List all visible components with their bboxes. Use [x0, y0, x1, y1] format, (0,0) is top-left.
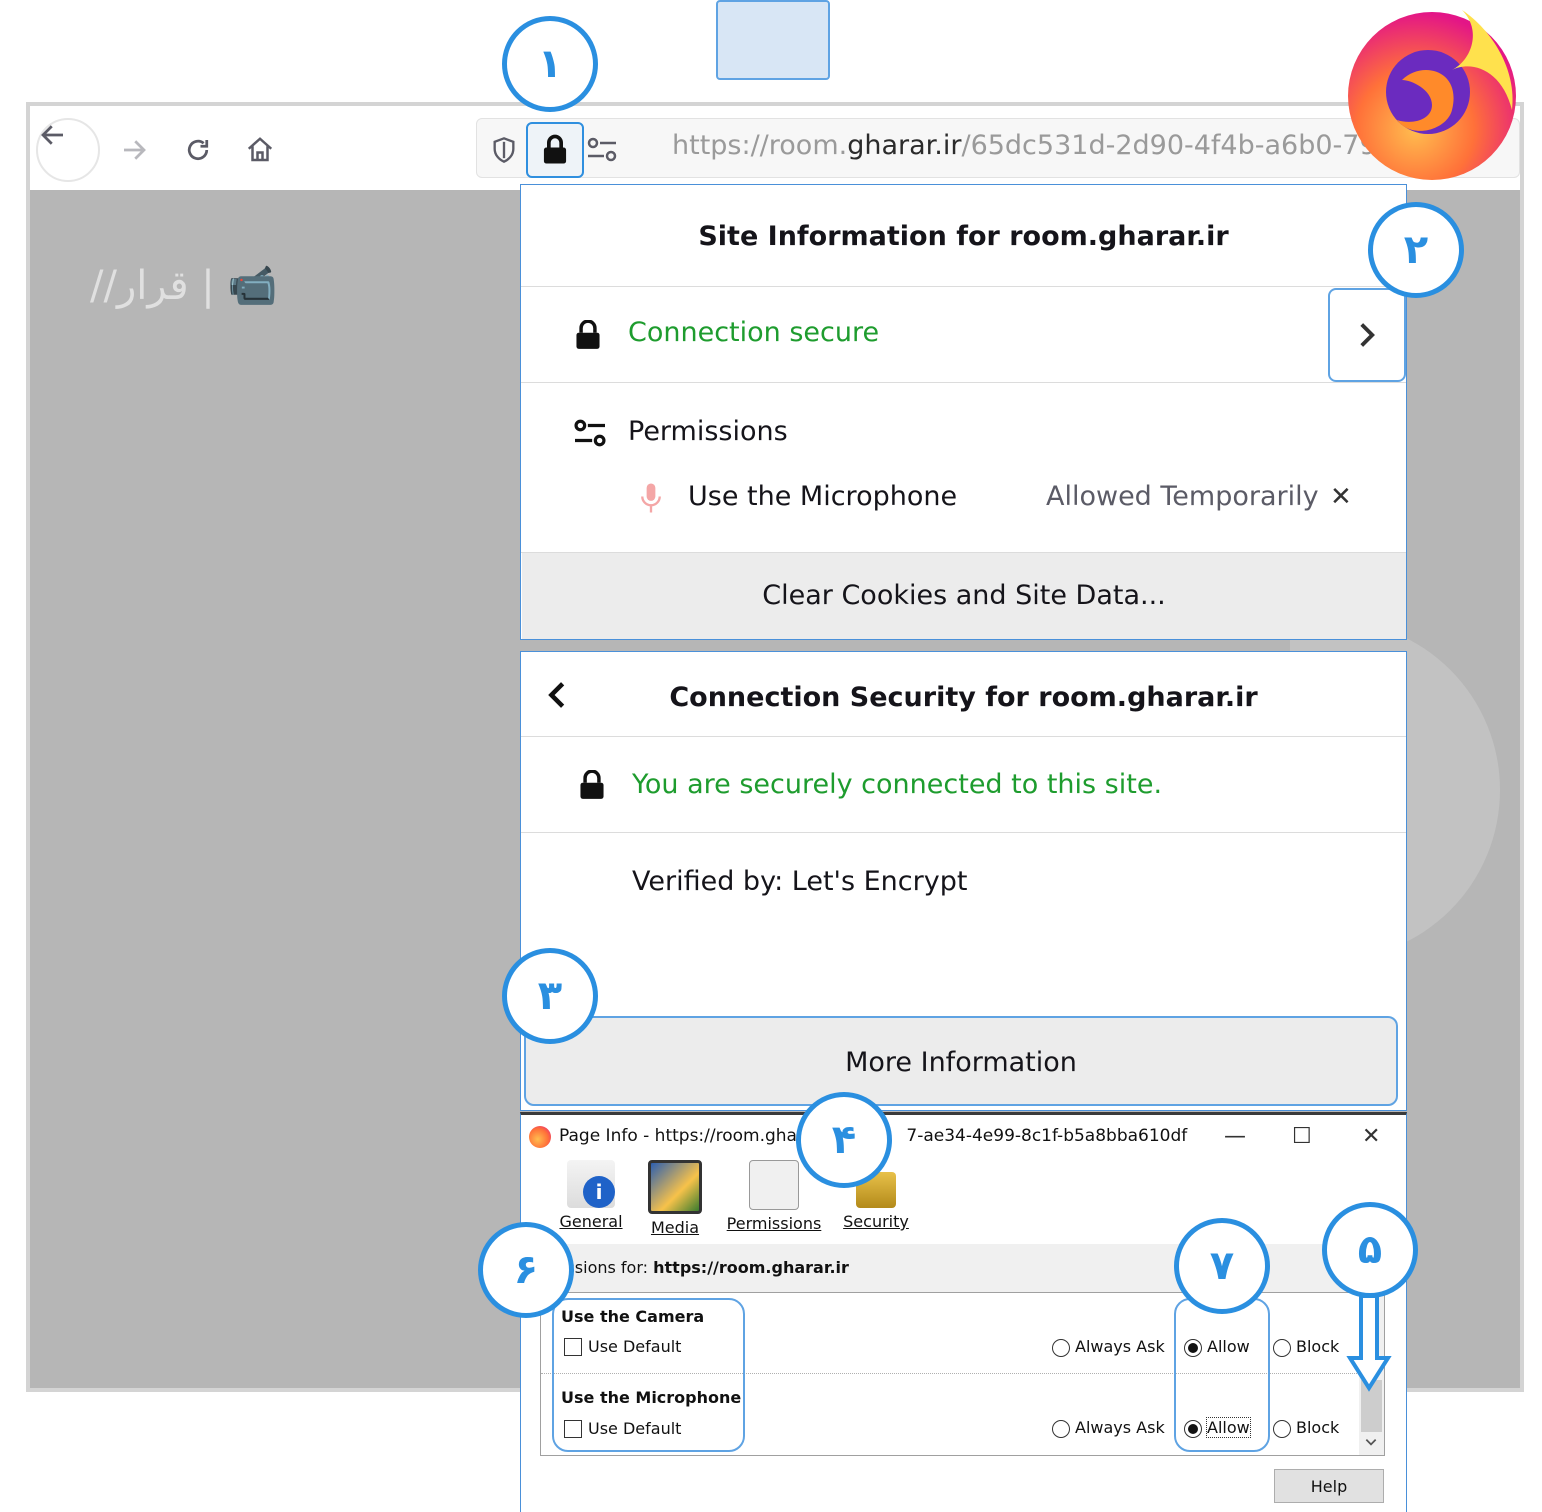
- remove-permission-icon[interactable]: ✕: [1330, 482, 1352, 512]
- use-default-highlight: [552, 1298, 745, 1452]
- callout-4: ۴: [796, 1092, 892, 1188]
- permissions-icon: [572, 418, 608, 452]
- chevron-left-icon: [548, 682, 565, 708]
- permissions-sliders-icon: [749, 1160, 799, 1210]
- permissions-for-label: issions for: https://room.gharar.ir: [562, 1258, 849, 1277]
- site-info-title: Site Information for room.gharar.ir: [698, 221, 1229, 252]
- more-information-button[interactable]: More Information: [524, 1016, 1398, 1106]
- microphone-always-ask-label: Always Ask: [1075, 1418, 1165, 1437]
- permissions-toggle-icon[interactable]: [586, 136, 618, 168]
- callout-6: ۶: [478, 1222, 574, 1318]
- home-icon: [247, 137, 273, 162]
- site-logo: //قرار | 📹: [90, 263, 278, 309]
- microphone-block-label: Block: [1296, 1418, 1340, 1437]
- reload-icon: [187, 139, 209, 161]
- info-icon: i: [567, 1160, 615, 1208]
- divider: [521, 736, 1406, 737]
- help-button[interactable]: Help: [1274, 1469, 1384, 1503]
- minimize-button[interactable]: —: [1224, 1124, 1246, 1149]
- permissions-heading: Permissions: [628, 416, 788, 447]
- callout-5: ۵: [1322, 1202, 1418, 1298]
- microphone-icon: [640, 482, 662, 518]
- tab-media[interactable]: Media: [648, 1160, 702, 1237]
- camera-always-ask-radio[interactable]: [1052, 1339, 1070, 1357]
- connection-details-button[interactable]: [1328, 288, 1406, 382]
- callout-7: ٧: [1174, 1218, 1270, 1314]
- lock-icon: [543, 134, 567, 164]
- chevron-down-icon[interactable]: [1364, 1434, 1378, 1453]
- microphone-always-ask-radio[interactable]: [1052, 1420, 1070, 1438]
- allow-highlight: [1174, 1298, 1270, 1452]
- reload-button[interactable]: [176, 128, 220, 172]
- divider: [521, 832, 1406, 833]
- tracking-shield-icon[interactable]: [490, 136, 518, 168]
- site-identity-button[interactable]: [526, 122, 584, 178]
- url-text[interactable]: https://room.gharar.ir/65dc531d-2d90-4f4…: [672, 130, 1372, 161]
- secure-connection-text: You are securely connected to this site.: [632, 769, 1163, 800]
- scroll-down-arrow-icon: [1346, 1296, 1392, 1392]
- back-chevron-button[interactable]: [544, 680, 570, 714]
- callout-2: ٢: [1368, 202, 1464, 298]
- back-arrow-icon: [41, 125, 63, 145]
- tab-permissions-highlight: [716, 0, 830, 80]
- firefox-logo-icon: [1348, 10, 1516, 180]
- divider: [521, 286, 1406, 287]
- close-button[interactable]: ✕: [1362, 1124, 1380, 1149]
- maximize-button[interactable]: ☐: [1292, 1124, 1312, 1149]
- home-button[interactable]: [238, 128, 282, 172]
- microphone-block-radio[interactable]: [1273, 1420, 1291, 1438]
- back-button[interactable]: [36, 118, 100, 182]
- verified-by-text: Verified by: Let's Encrypt: [632, 866, 968, 897]
- clear-cookies-button[interactable]: Clear Cookies and Site Data...: [522, 553, 1406, 639]
- lock-icon: [574, 319, 602, 354]
- media-icon: [648, 1160, 702, 1214]
- camera-block-label: Block: [1296, 1337, 1340, 1356]
- callout-3: ٣: [502, 948, 598, 1044]
- connection-security-title: Connection Security for room.gharar.ir: [669, 682, 1258, 713]
- connection-status[interactable]: Connection secure: [628, 317, 879, 348]
- chevron-right-icon: [1360, 323, 1375, 347]
- firefox-small-icon: [529, 1126, 551, 1148]
- forward-arrow-icon: [124, 140, 146, 160]
- camera-always-ask-label: Always Ask: [1075, 1337, 1165, 1356]
- callout-1: ١: [502, 16, 598, 112]
- mic-permission-state: Allowed Temporarily: [1046, 481, 1319, 512]
- forward-button[interactable]: [112, 128, 156, 172]
- tab-general[interactable]: i General: [558, 1160, 624, 1231]
- lock-icon: [578, 769, 606, 804]
- mic-permission-label: Use the Microphone: [688, 481, 958, 512]
- divider: [521, 382, 1406, 383]
- camera-block-radio[interactable]: [1273, 1339, 1291, 1357]
